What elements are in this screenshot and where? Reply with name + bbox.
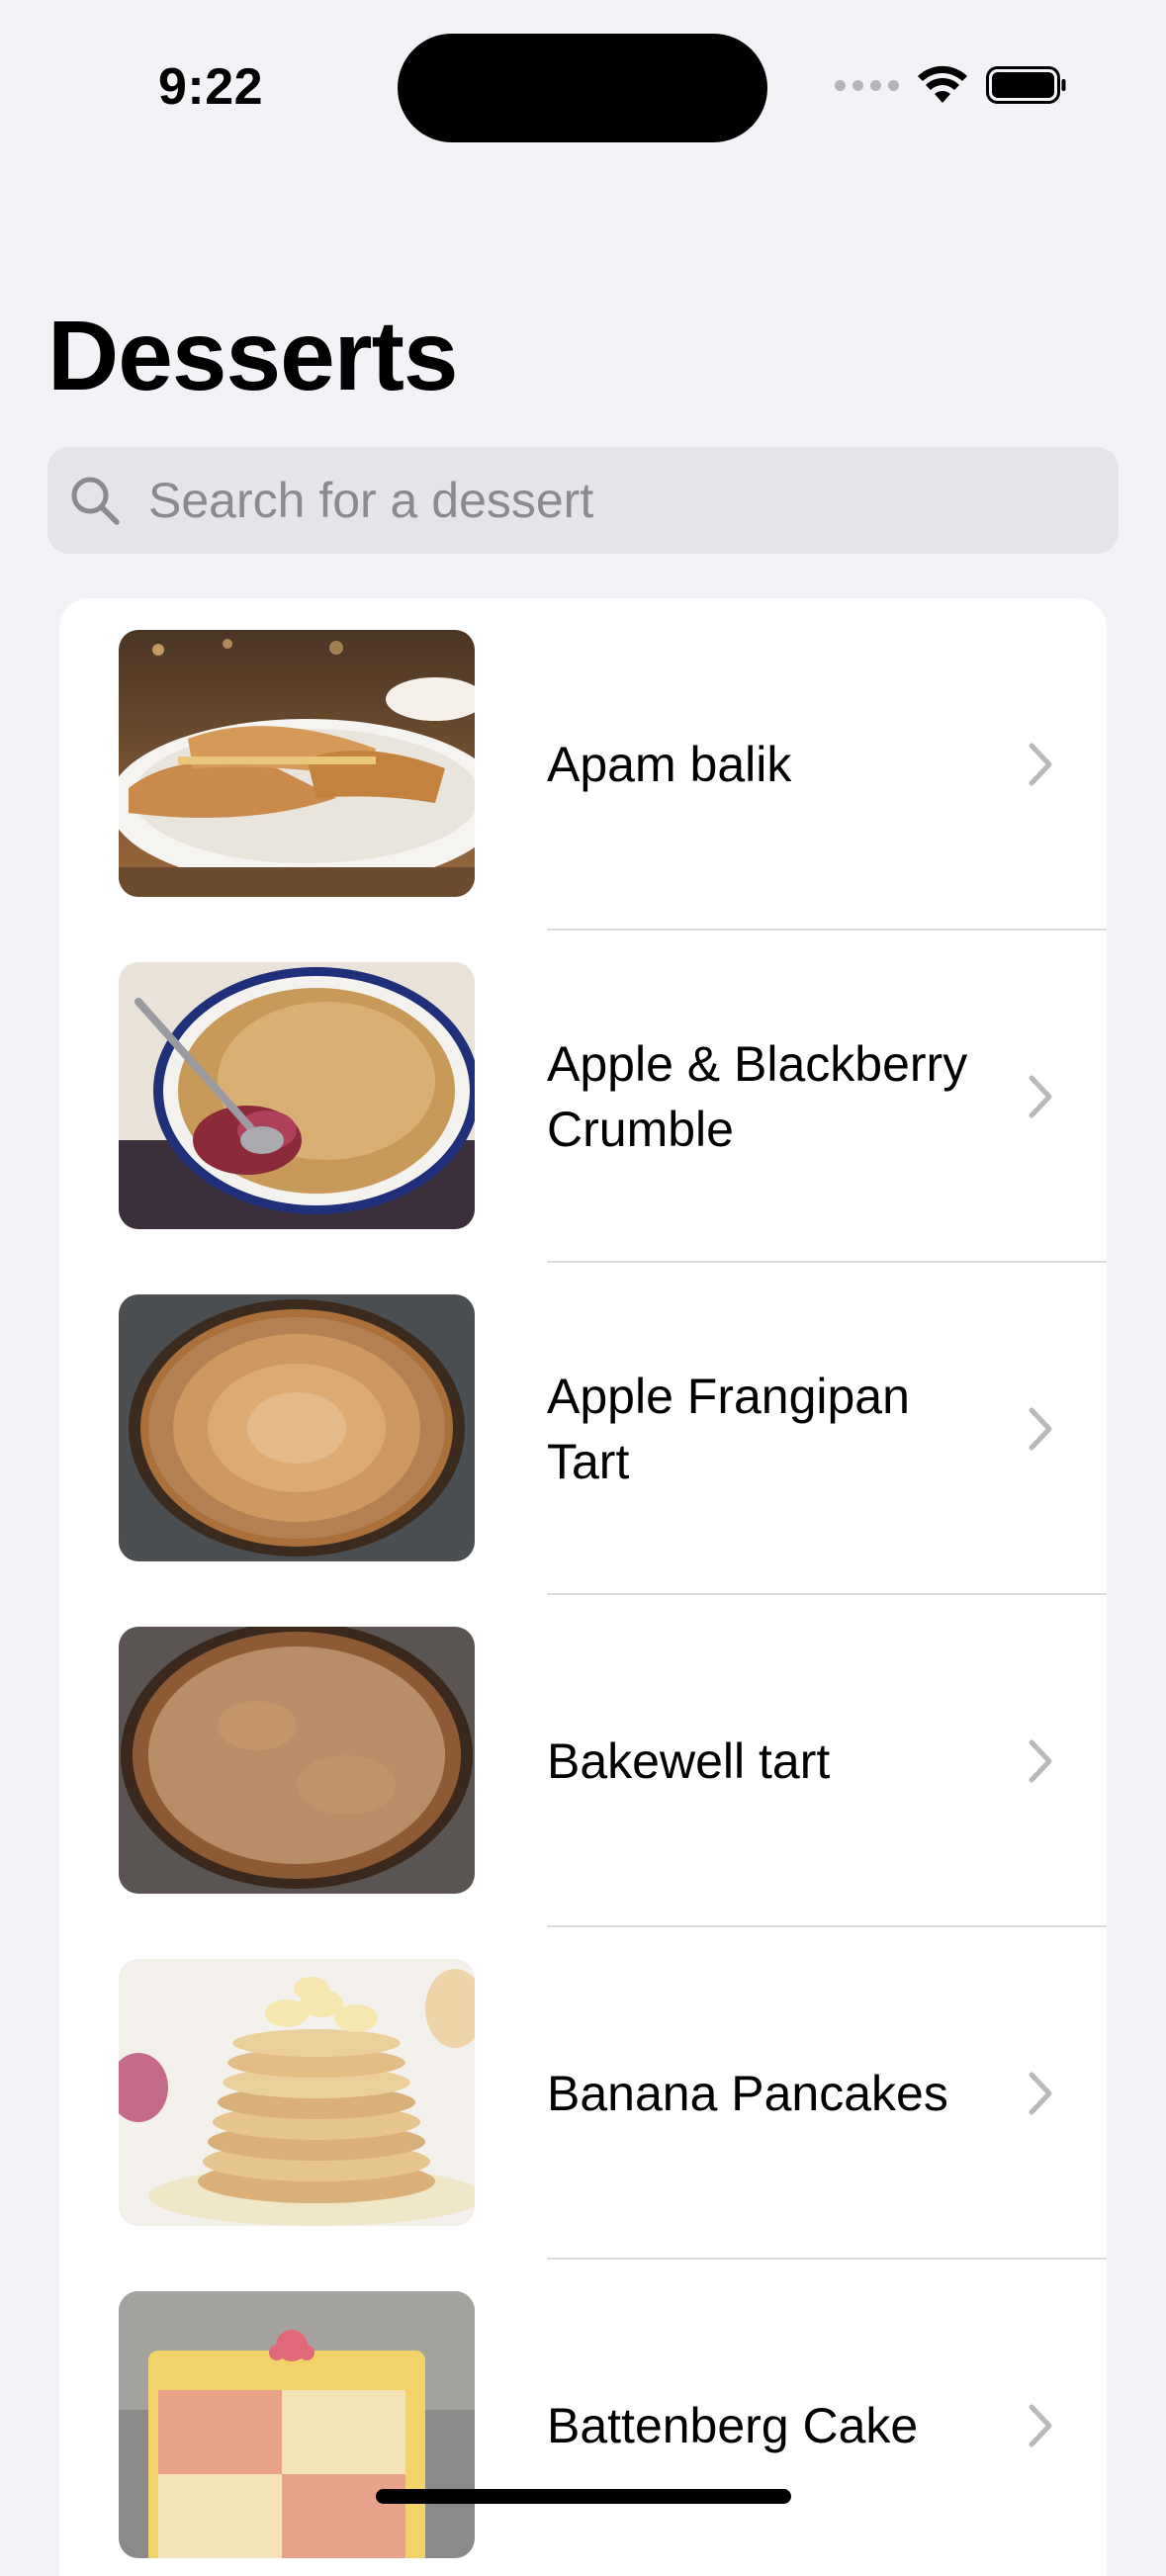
cellular-signal-icon (835, 79, 899, 91)
chevron-right-icon (1029, 1075, 1052, 1118)
dessert-name: Battenberg Cake (547, 2398, 919, 2453)
list-item[interactable]: Apam balik (59, 598, 1107, 931)
dynamic-island (398, 34, 767, 142)
crumble-photo (119, 962, 475, 1229)
dessert-name: Apam balik (547, 737, 792, 792)
search-icon (65, 471, 125, 530)
list-item[interactable]: Banana Pancakes (59, 1927, 1107, 2260)
bakewell-tart-photo (119, 1627, 475, 1894)
search-input[interactable] (148, 472, 1098, 529)
chevron-right-icon (1029, 1739, 1052, 1783)
wifi-icon (918, 65, 967, 103)
status-bar: 9:22 (0, 0, 1166, 168)
apam-balik-photo (119, 630, 475, 897)
home-indicator[interactable] (376, 2489, 791, 2504)
battenberg-cake-photo (119, 2291, 475, 2558)
chevron-right-icon (1029, 2404, 1052, 2447)
list-item[interactable]: Apple Frangipan Tart (59, 1263, 1107, 1595)
status-indicators (835, 61, 1067, 109)
page-title: Desserts (47, 301, 459, 411)
status-time: 9:22 (158, 58, 264, 116)
list-item[interactable]: Battenberg Cake (59, 2260, 1107, 2576)
frangipan-tart-photo (119, 1294, 475, 1561)
battery-icon (986, 66, 1066, 104)
list-item[interactable]: Apple & Blackberry Crumble (59, 931, 1107, 1263)
list-item[interactable]: Bakewell tart (59, 1595, 1107, 1927)
banana-pancakes-photo (119, 1959, 475, 2226)
search-bar[interactable] (47, 447, 1119, 554)
dessert-name: Bakewell tart (547, 1733, 831, 1789)
chevron-right-icon (1029, 2072, 1052, 2115)
dessert-name: Banana Pancakes (547, 2066, 948, 2121)
chevron-right-icon (1029, 1407, 1052, 1451)
dessert-name: Apple Frangipan Tart (547, 1369, 910, 1489)
dessert-list: Apam balik Apple & Blackberry Crumble Ap… (59, 598, 1107, 2576)
chevron-right-icon (1029, 743, 1052, 786)
dessert-name: Apple & Blackberry Crumble (547, 1036, 968, 1157)
